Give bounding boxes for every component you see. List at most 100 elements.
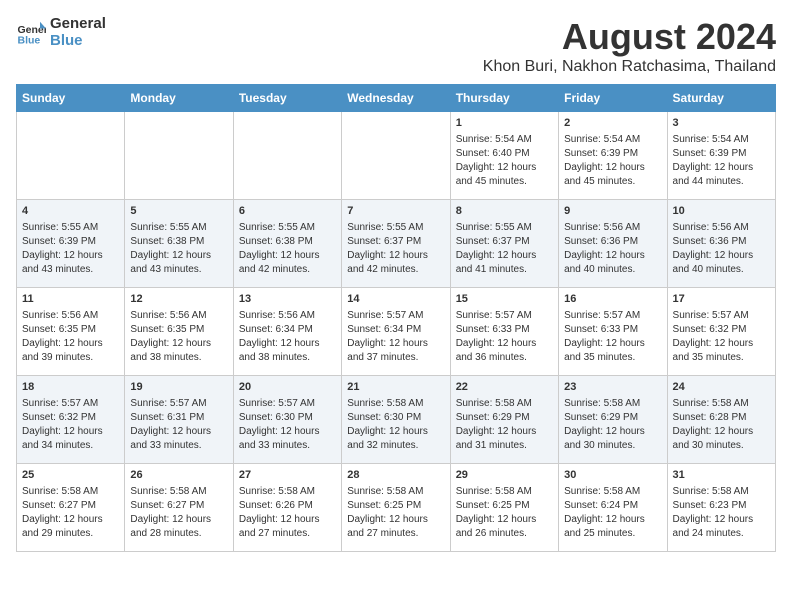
day-info: Daylight: 12 hours (564, 337, 661, 351)
day-number: 23 (564, 380, 661, 395)
calendar-cell: 27Sunrise: 5:58 AMSunset: 6:26 PMDayligh… (233, 464, 341, 552)
calendar-cell: 18Sunrise: 5:57 AMSunset: 6:32 PMDayligh… (17, 376, 125, 464)
day-info: Daylight: 12 hours (673, 161, 770, 175)
day-number: 6 (239, 204, 336, 219)
day-info: Sunrise: 5:56 AM (239, 309, 336, 323)
day-info: Daylight: 12 hours (22, 425, 119, 439)
day-info: Daylight: 12 hours (456, 337, 553, 351)
day-info: Daylight: 12 hours (130, 513, 227, 527)
calendar-cell: 7Sunrise: 5:55 AMSunset: 6:37 PMDaylight… (342, 200, 450, 288)
calendar-cell: 11Sunrise: 5:56 AMSunset: 6:35 PMDayligh… (17, 288, 125, 376)
day-info: Daylight: 12 hours (239, 249, 336, 263)
day-info: Sunrise: 5:58 AM (673, 397, 770, 411)
day-info: and 35 minutes. (673, 351, 770, 365)
day-info: Sunset: 6:38 PM (130, 235, 227, 249)
day-info: and 28 minutes. (130, 527, 227, 541)
day-info: Sunset: 6:23 PM (673, 499, 770, 513)
day-info: and 32 minutes. (347, 439, 444, 453)
header-saturday: Saturday (667, 85, 775, 112)
week-row-5: 25Sunrise: 5:58 AMSunset: 6:27 PMDayligh… (17, 464, 776, 552)
calendar-header-row: SundayMondayTuesdayWednesdayThursdayFrid… (17, 85, 776, 112)
day-info: Sunrise: 5:57 AM (347, 309, 444, 323)
day-info: Sunset: 6:36 PM (564, 235, 661, 249)
svg-text:Blue: Blue (18, 34, 41, 46)
day-info: Sunrise: 5:57 AM (130, 397, 227, 411)
day-info: and 36 minutes. (456, 351, 553, 365)
calendar-cell: 13Sunrise: 5:56 AMSunset: 6:34 PMDayligh… (233, 288, 341, 376)
calendar-cell: 17Sunrise: 5:57 AMSunset: 6:32 PMDayligh… (667, 288, 775, 376)
calendar-cell: 25Sunrise: 5:58 AMSunset: 6:27 PMDayligh… (17, 464, 125, 552)
day-info: and 41 minutes. (456, 263, 553, 277)
calendar-cell (125, 112, 233, 200)
day-info: Sunrise: 5:54 AM (564, 133, 661, 147)
logo-icon: General Blue (16, 18, 46, 48)
day-info: Sunset: 6:36 PM (673, 235, 770, 249)
day-info: Sunset: 6:24 PM (564, 499, 661, 513)
calendar-cell: 19Sunrise: 5:57 AMSunset: 6:31 PMDayligh… (125, 376, 233, 464)
day-info: Daylight: 12 hours (673, 425, 770, 439)
day-info: Sunset: 6:34 PM (347, 323, 444, 337)
week-row-3: 11Sunrise: 5:56 AMSunset: 6:35 PMDayligh… (17, 288, 776, 376)
day-info: and 24 minutes. (673, 527, 770, 541)
day-info: and 42 minutes. (239, 263, 336, 277)
day-info: Sunrise: 5:56 AM (22, 309, 119, 323)
day-info: and 39 minutes. (22, 351, 119, 365)
day-info: Daylight: 12 hours (456, 161, 553, 175)
calendar-cell: 30Sunrise: 5:58 AMSunset: 6:24 PMDayligh… (559, 464, 667, 552)
day-number: 4 (22, 204, 119, 219)
day-info: Daylight: 12 hours (22, 337, 119, 351)
calendar-cell (17, 112, 125, 200)
day-info: Sunset: 6:32 PM (22, 411, 119, 425)
day-number: 29 (456, 468, 553, 483)
day-info: and 44 minutes. (673, 175, 770, 189)
day-number: 1 (456, 116, 553, 131)
day-number: 15 (456, 292, 553, 307)
day-info: Sunset: 6:39 PM (564, 147, 661, 161)
day-info: Daylight: 12 hours (239, 337, 336, 351)
day-number: 28 (347, 468, 444, 483)
day-info: Sunset: 6:27 PM (130, 499, 227, 513)
day-info: Sunset: 6:30 PM (347, 411, 444, 425)
day-number: 16 (564, 292, 661, 307)
day-info: Sunrise: 5:57 AM (239, 397, 336, 411)
day-info: Daylight: 12 hours (564, 161, 661, 175)
calendar-cell: 26Sunrise: 5:58 AMSunset: 6:27 PMDayligh… (125, 464, 233, 552)
day-info: Sunrise: 5:55 AM (456, 221, 553, 235)
day-info: and 35 minutes. (564, 351, 661, 365)
day-number: 21 (347, 380, 444, 395)
calendar-cell: 4Sunrise: 5:55 AMSunset: 6:39 PMDaylight… (17, 200, 125, 288)
calendar-cell: 1Sunrise: 5:54 AMSunset: 6:40 PMDaylight… (450, 112, 558, 200)
day-info: Daylight: 12 hours (130, 425, 227, 439)
day-info: and 30 minutes. (673, 439, 770, 453)
logo-general: General (50, 16, 106, 33)
day-info: Sunset: 6:39 PM (673, 147, 770, 161)
day-info: Daylight: 12 hours (673, 337, 770, 351)
day-info: Daylight: 12 hours (564, 425, 661, 439)
day-info: Sunrise: 5:57 AM (456, 309, 553, 323)
calendar-cell (342, 112, 450, 200)
day-info: Sunset: 6:25 PM (456, 499, 553, 513)
calendar-cell: 12Sunrise: 5:56 AMSunset: 6:35 PMDayligh… (125, 288, 233, 376)
day-info: Sunset: 6:26 PM (239, 499, 336, 513)
day-number: 13 (239, 292, 336, 307)
logo-blue: Blue (50, 33, 106, 50)
calendar-cell: 2 Sunrise: 5:54 AMSunset: 6:39 PMDaylight… (559, 112, 667, 200)
header-friday: Friday (559, 85, 667, 112)
title-block: August 2024 Khon Buri, Nakhon Ratchasima… (483, 16, 776, 76)
day-info: Daylight: 12 hours (22, 249, 119, 263)
day-info: Sunset: 6:38 PM (239, 235, 336, 249)
day-info: Sunrise: 5:58 AM (347, 397, 444, 411)
calendar-cell: 16Sunrise: 5:57 AMSunset: 6:33 PMDayligh… (559, 288, 667, 376)
day-info: Daylight: 12 hours (130, 337, 227, 351)
day-info: and 27 minutes. (347, 527, 444, 541)
day-info: and 30 minutes. (564, 439, 661, 453)
day-info: Sunrise: 5:56 AM (130, 309, 227, 323)
day-info: Sunset: 6:32 PM (673, 323, 770, 337)
day-info: Sunrise: 5:58 AM (456, 485, 553, 499)
calendar-cell: 15Sunrise: 5:57 AMSunset: 6:33 PMDayligh… (450, 288, 558, 376)
day-info: Sunrise: 5:58 AM (130, 485, 227, 499)
logo: General Blue General Blue (16, 16, 106, 49)
day-info: and 37 minutes. (347, 351, 444, 365)
day-info: Daylight: 12 hours (673, 249, 770, 263)
day-number: 2 (564, 116, 661, 131)
